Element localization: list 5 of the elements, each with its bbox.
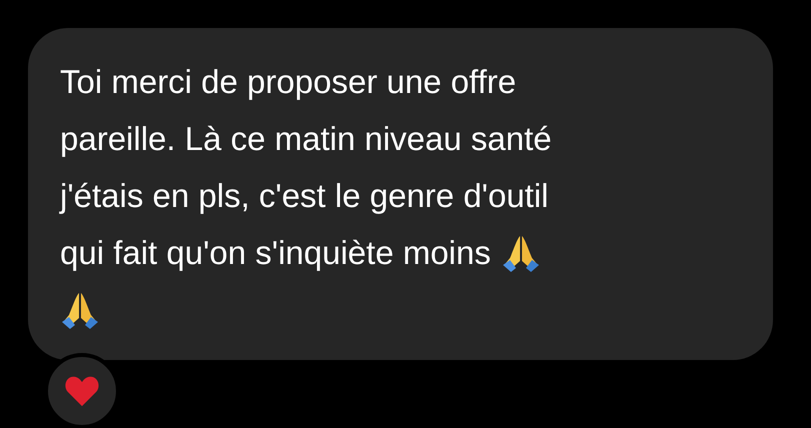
message-text: Toi merci de proposer une offre bbox=[60, 62, 516, 102]
heart-icon bbox=[64, 375, 100, 407]
message-text: qui fait qu'on s'inquiète moins bbox=[60, 233, 491, 273]
message-text: j'étais en pls, c'est le genre d'outil bbox=[60, 176, 549, 216]
message-text: pareille. Là ce matin niveau santé bbox=[60, 119, 552, 159]
